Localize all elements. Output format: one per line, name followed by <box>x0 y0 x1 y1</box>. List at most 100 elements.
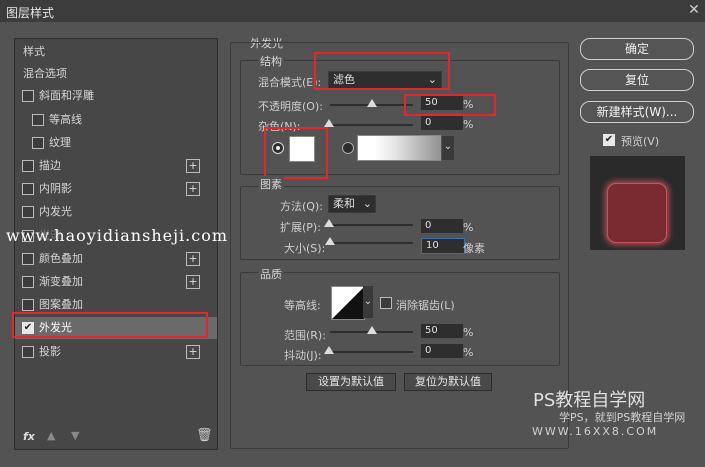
sidebar-item-stroke[interactable]: 描边 + <box>15 155 217 177</box>
gradient-swatch[interactable] <box>357 135 443 161</box>
spread-unit: % <box>463 221 474 234</box>
spread-input[interactable]: 0 <box>421 219 463 233</box>
checkbox[interactable] <box>32 137 44 149</box>
title-bar: 图层样式 ✕ <box>0 0 705 22</box>
arrow-down-icon[interactable]: ▼ <box>71 429 79 442</box>
set-default-button[interactable]: 设置为默认值 <box>306 373 396 391</box>
preview-box <box>590 156 685 250</box>
jitter-unit: % <box>463 346 474 359</box>
size-slider-track[interactable] <box>330 242 413 244</box>
chevron-down-icon[interactable]: ⌄ <box>363 286 373 318</box>
range-unit: % <box>463 326 474 339</box>
sidebar-item-label: 纹理 <box>49 136 71 149</box>
ps-sub-watermark: 学PS，就到PS教程自学网 <box>559 411 686 424</box>
range-label: 范围(R): <box>284 329 326 342</box>
sidebar-item-styles[interactable]: 样式 <box>15 41 217 63</box>
quality-title: 品质 <box>258 266 284 282</box>
range-slider-thumb[interactable] <box>367 326 377 334</box>
ps-url-watermark: WWW.16XX8.COM <box>532 425 659 438</box>
sidebar-item-inner-shadow[interactable]: 内阴影 + <box>15 178 217 200</box>
checkbox[interactable] <box>22 276 34 288</box>
add-effect-icon[interactable]: + <box>186 275 200 289</box>
add-effect-icon[interactable]: + <box>186 182 200 196</box>
arrow-up-icon[interactable]: ▲ <box>47 429 55 442</box>
size-label: 大小(S): <box>284 242 326 255</box>
size-slider-thumb[interactable] <box>325 237 335 245</box>
sidebar-item-label: 样式 <box>23 45 45 58</box>
sidebar-item-label: 投影 <box>39 345 61 358</box>
noise-slider-thumb[interactable] <box>324 119 334 127</box>
sidebar-item-label: 颜色叠加 <box>39 252 83 265</box>
sidebar-item-label: 描边 <box>39 159 61 172</box>
sidebar-item-blending-options[interactable]: 混合选项 <box>15 63 217 85</box>
size-input[interactable]: 10 <box>421 238 465 254</box>
chevron-down-icon[interactable]: ⌄ <box>441 135 455 161</box>
add-effect-icon[interactable]: + <box>186 345 200 359</box>
noise-unit: % <box>463 118 474 131</box>
checkbox[interactable] <box>22 299 34 311</box>
preview-swatch <box>607 183 667 243</box>
preview-checkbox[interactable]: ✔ <box>603 134 615 146</box>
jitter-input[interactable]: 0 <box>421 344 463 358</box>
sidebar-item-texture[interactable]: 纹理 <box>15 132 217 154</box>
checkbox[interactable] <box>22 253 34 265</box>
add-effect-icon[interactable]: + <box>186 159 200 173</box>
new-style-button[interactable]: 新建样式(W)... <box>580 101 694 123</box>
structure-title: 结构 <box>258 53 284 69</box>
spread-label: 扩展(P): <box>280 221 321 234</box>
chevron-down-icon: ⌄ <box>362 197 372 210</box>
noise-slider-track[interactable] <box>330 124 413 126</box>
sidebar-item-gradient-overlay[interactable]: 渐变叠加 + <box>15 271 217 293</box>
range-input[interactable]: 50 <box>421 324 463 338</box>
sidebar-item-label: 内发光 <box>39 205 72 218</box>
contour-curve-icon <box>332 287 364 319</box>
highlight-box <box>314 52 450 90</box>
antialias-checkbox[interactable] <box>380 297 392 309</box>
antialias-label: 消除锯齿(L) <box>396 299 455 312</box>
trash-icon[interactable]: 🗑 <box>196 428 213 443</box>
technique-value: 柔和 <box>333 197 355 210</box>
sidebar-item-label: 等高线 <box>49 113 82 126</box>
highlight-box <box>404 94 496 116</box>
noise-input[interactable]: 0 <box>421 116 463 130</box>
reset-button[interactable]: 复位 <box>580 69 694 91</box>
url-watermark: www.haoyidiansheji.com <box>6 226 229 245</box>
sidebar-item-label: 渐变叠加 <box>39 275 83 288</box>
technique-label: 方法(Q): <box>280 200 323 213</box>
size-unit: 像素 <box>463 242 485 255</box>
jitter-slider-track[interactable] <box>330 351 413 353</box>
spread-slider-track[interactable] <box>330 224 413 226</box>
sidebar-item-label: 斜面和浮雕 <box>39 89 94 102</box>
sidebar-item-bevel-emboss[interactable]: 斜面和浮雕 <box>15 85 217 107</box>
contour-preview[interactable] <box>331 286 365 320</box>
highlight-box <box>12 312 208 338</box>
add-effect-icon[interactable]: + <box>186 252 200 266</box>
sidebar-item-label: 混合选项 <box>23 67 67 80</box>
checkbox[interactable] <box>22 206 34 218</box>
sidebar-item-contour[interactable]: 等高线 <box>15 109 217 131</box>
checkbox[interactable] <box>22 183 34 195</box>
opacity-slider-thumb[interactable] <box>367 99 377 107</box>
sidebar-item-color-overlay[interactable]: 颜色叠加 + <box>15 248 217 270</box>
jitter-slider-thumb[interactable] <box>324 346 334 354</box>
contour-label: 等高线: <box>284 299 321 312</box>
gradient-radio[interactable] <box>342 142 354 154</box>
opacity-label: 不透明度(O): <box>258 100 323 113</box>
sidebar-item-label: 内阴影 <box>39 182 72 195</box>
fx-icon[interactable]: fx <box>23 430 35 443</box>
checkbox[interactable] <box>32 114 44 126</box>
sidebar-item-drop-shadow[interactable]: 投影 + <box>15 341 217 363</box>
reset-default-button[interactable]: 复位为默认值 <box>404 373 492 391</box>
jitter-label: 抖动(J): <box>284 349 322 362</box>
window-title: 图层样式 <box>6 6 55 20</box>
close-icon[interactable]: ✕ <box>684 1 704 19</box>
checkbox[interactable] <box>22 160 34 172</box>
spread-slider-thumb[interactable] <box>324 219 334 227</box>
preview-label: 预览(V) <box>621 135 660 148</box>
checkbox[interactable] <box>22 90 34 102</box>
technique-select[interactable]: 柔和 ⌄ <box>328 195 376 213</box>
blend-mode-label: 混合模式(E): <box>258 76 322 89</box>
sidebar-item-inner-glow[interactable]: 内发光 <box>15 201 217 223</box>
ok-button[interactable]: 确定 <box>580 38 694 60</box>
checkbox[interactable] <box>22 346 34 358</box>
